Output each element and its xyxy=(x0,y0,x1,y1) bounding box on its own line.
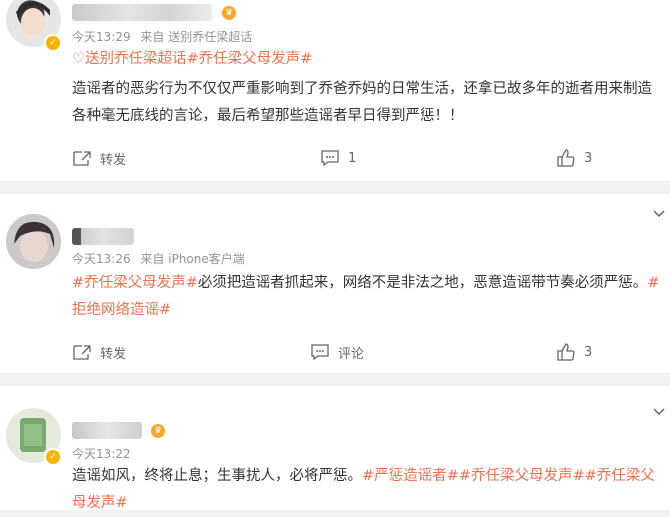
user-name[interactable] xyxy=(72,422,142,439)
hashtag-link[interactable]: #乔任梁父母发声# xyxy=(187,51,313,67)
forward-label: 转发 xyxy=(100,152,127,168)
comment-count: 1 xyxy=(348,150,357,166)
post-source[interactable]: 来自 iPhone客户端 xyxy=(140,252,244,266)
like-button[interactable]: 3 xyxy=(556,146,592,170)
action-bar: 转发 评论 3 xyxy=(0,340,670,364)
post-time: 今天13:26 xyxy=(72,252,131,266)
post-text: 造谣如风，终将止息；生事扰人，必将严惩。 xyxy=(72,468,362,484)
hashtag-link[interactable]: #乔任梁父母发声# xyxy=(459,468,585,484)
member-badge-icon: ♛ xyxy=(151,424,165,438)
post-meta: 今天13:29 来自 送别乔任梁超话 xyxy=(72,28,252,45)
chevron-down-icon[interactable] xyxy=(652,406,666,421)
post-body: 造谣者的恶劣行为不仅仅严重影响到了乔爸乔妈的日常生活，还拿已故多年的逝者用来制造… xyxy=(72,81,652,124)
post-card: ✓ ♛ 今天13:29 来自 送别乔任梁超话 ♡送别乔任梁超话#乔任梁父母发声#… xyxy=(0,0,670,181)
hashtag-link[interactable]: 送别乔任梁超话 xyxy=(85,51,187,67)
forward-button[interactable]: 转发 xyxy=(72,146,126,170)
post-time: 今天13:22 xyxy=(72,447,131,461)
thumbs-up-icon xyxy=(557,343,575,361)
post-card: 今天13:26 来自 iPhone客户端 #乔任梁父母发声#必须把造谣者抓起来，… xyxy=(0,194,670,373)
like-count: 3 xyxy=(584,150,593,166)
verified-badge-icon: ✓ xyxy=(44,34,62,52)
post-card: ✓ ♛ 今天13:22 造谣如风，终将止息；生事扰人，必将严惩。#严惩造谣者##… xyxy=(0,386,670,511)
post-time: 今天13:29 xyxy=(72,30,131,44)
comment-label: 评论 xyxy=(338,346,365,362)
like-button[interactable]: 3 xyxy=(556,340,592,364)
post-meta: 今天13:26 来自 iPhone客户端 xyxy=(72,250,245,267)
thumbs-up-icon xyxy=(557,149,575,167)
comment-icon xyxy=(311,344,329,361)
forward-label: 转发 xyxy=(100,346,127,362)
comment-button[interactable]: 评论 xyxy=(310,340,364,364)
post-text: 必须把造谣者抓起来，网络不是非法之地，恶意造谣带节奏必须严惩。 xyxy=(197,275,648,291)
post-source[interactable]: 来自 送别乔任梁超话 xyxy=(140,30,252,44)
chevron-down-icon[interactable] xyxy=(652,208,666,223)
action-bar: 转发 1 3 xyxy=(0,146,670,170)
supertopic-icon: ♡ xyxy=(72,51,85,67)
user-name[interactable] xyxy=(72,4,212,21)
avatar-image xyxy=(6,214,61,269)
post-meta: 今天13:22 xyxy=(72,445,131,462)
avatar[interactable] xyxy=(6,214,61,269)
verified-badge-icon: ✓ xyxy=(44,448,62,466)
like-count: 3 xyxy=(584,344,593,360)
hashtag-link[interactable]: #乔任梁父母发声# xyxy=(72,275,198,291)
user-name[interactable] xyxy=(72,228,134,245)
forward-icon xyxy=(73,345,91,360)
member-badge-icon: ♛ xyxy=(222,6,236,20)
comment-icon xyxy=(321,150,339,167)
forward-button[interactable]: 转发 xyxy=(72,340,126,364)
forward-icon xyxy=(73,151,91,166)
post-tags: ♡送别乔任梁超话#乔任梁父母发声# xyxy=(72,46,662,73)
hashtag-link[interactable]: #严惩造谣者# xyxy=(362,468,459,484)
post-body: 造谣如风，终将止息；生事扰人，必将严惩。#严惩造谣者##乔任梁父母发声##乔任梁… xyxy=(72,463,662,517)
post-body: #乔任梁父母发声#必须把造谣者抓起来，网络不是非法之地，恶意造谣带节奏必须严惩。… xyxy=(72,270,662,324)
comment-button[interactable]: 1 xyxy=(320,146,356,170)
